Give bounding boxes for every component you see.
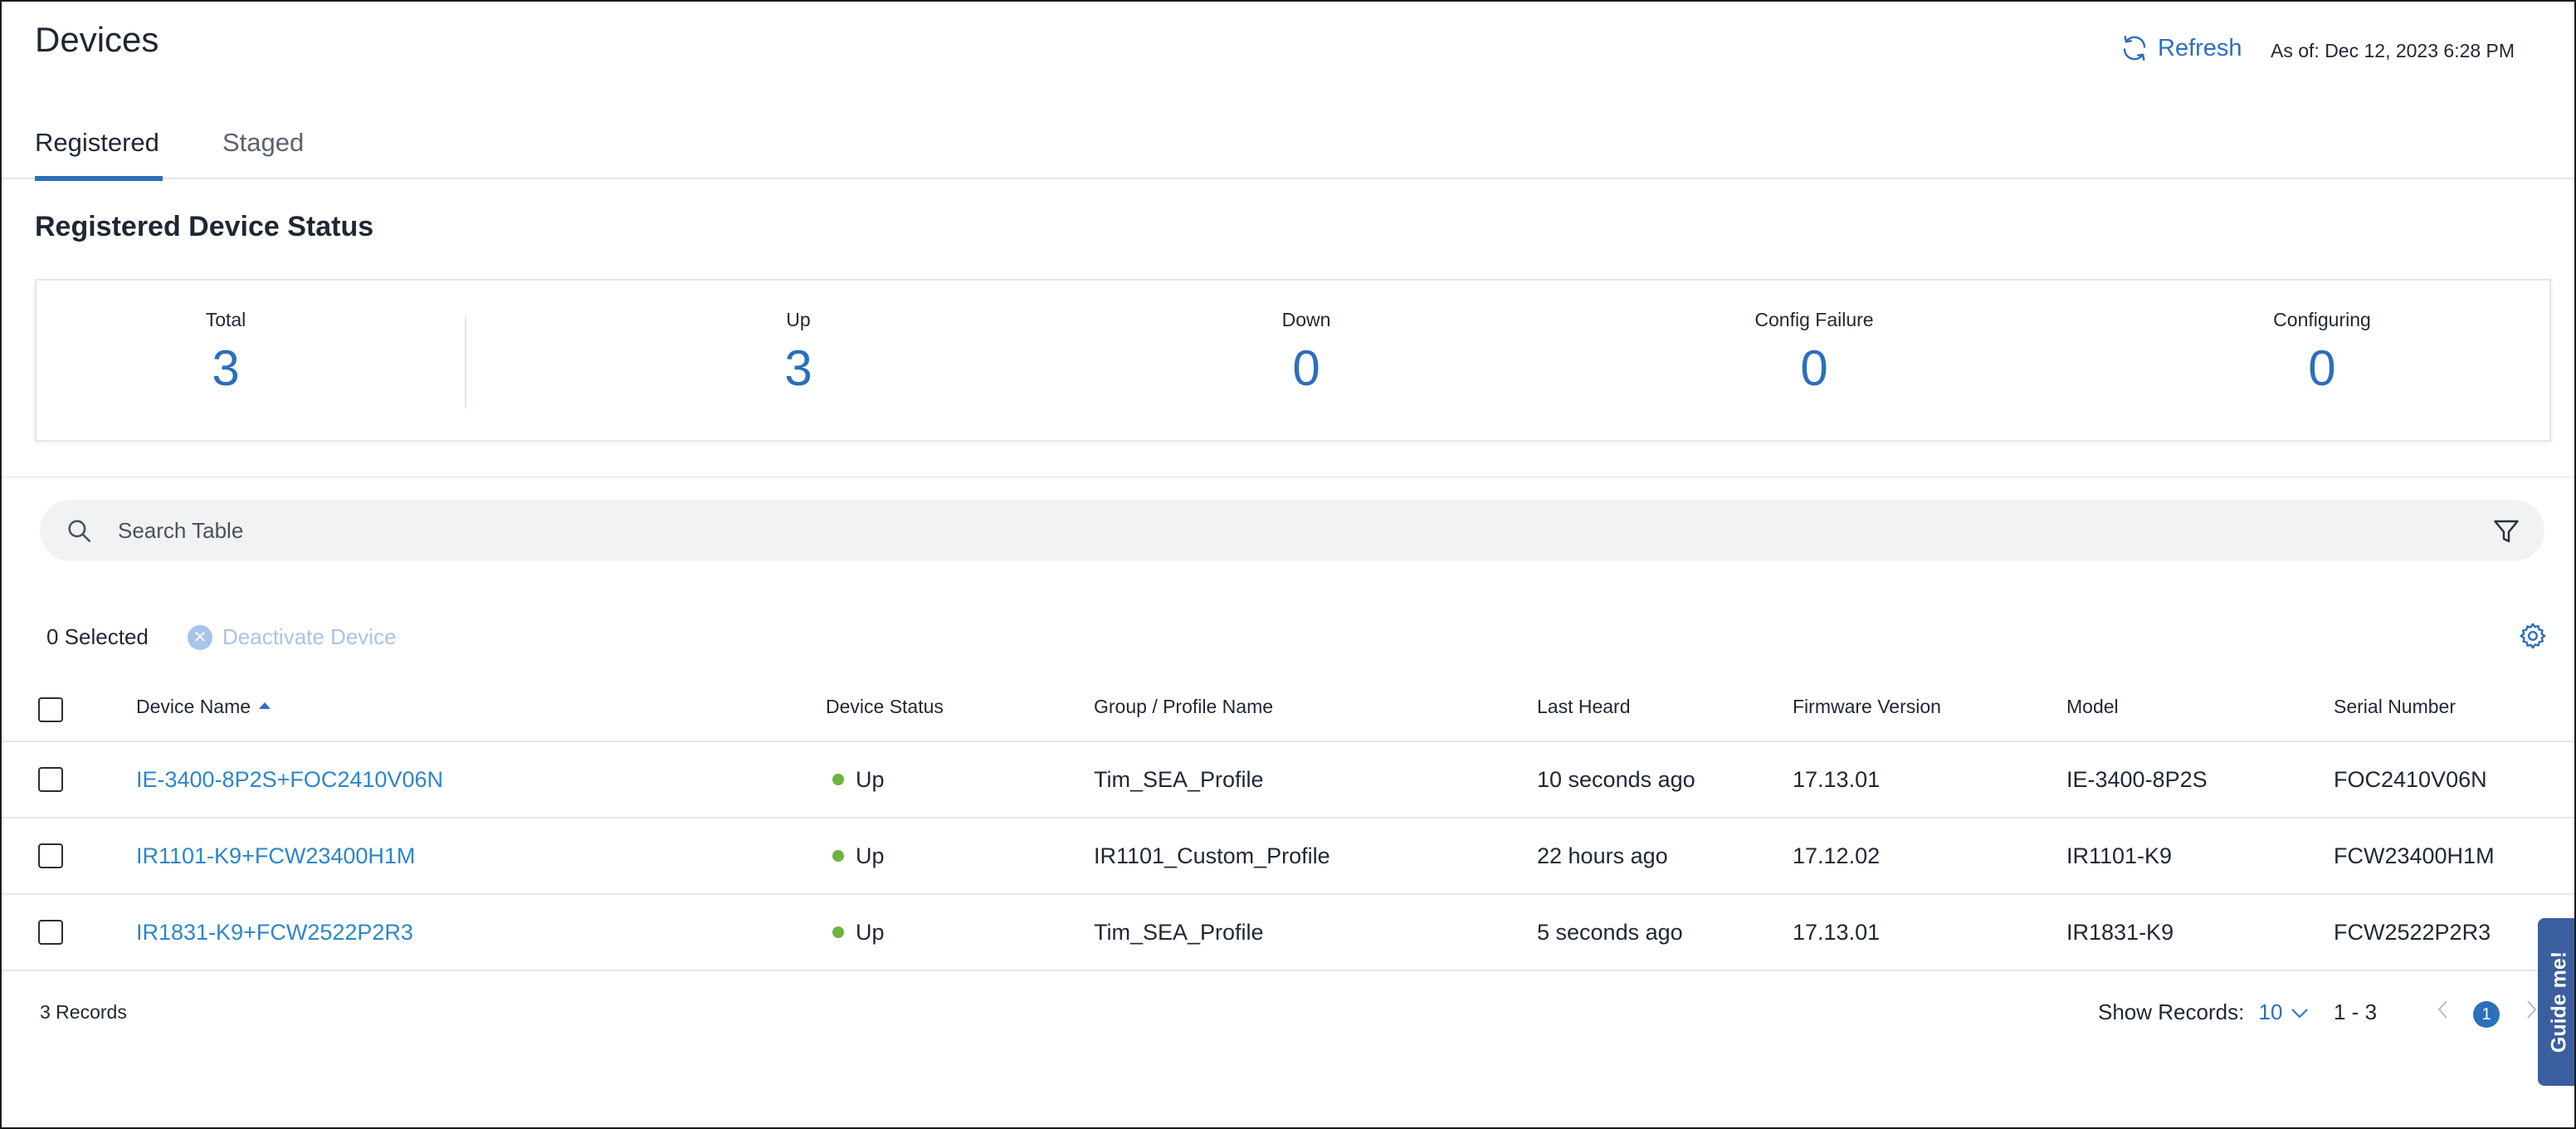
stat-label: Config Failure <box>1754 309 1874 330</box>
column-header-model[interactable]: Model <box>2066 696 2119 718</box>
firmware-version: 17.12.02 <box>1793 843 1881 868</box>
guide-me-label: Guide me! <box>2547 951 2571 1053</box>
status-text: Up <box>856 843 885 868</box>
page-title: Devices <box>35 20 159 59</box>
refresh-label: Refresh <box>2158 34 2242 61</box>
stat-label: Configuring <box>2273 309 2371 330</box>
device-name-link[interactable]: IR1101-K9+FCW23400H1M <box>136 843 415 869</box>
chevron-left-icon[interactable] <box>2433 996 2453 1023</box>
search-input[interactable] <box>118 500 2442 561</box>
guide-me-button[interactable]: Guide me! <box>2538 918 2574 1086</box>
model: IR1831-K9 <box>2066 920 2174 945</box>
device-status: Up <box>832 843 885 869</box>
table-row: IR1101-K9+FCW23400H1M Up IR1101_Custom_P… <box>2 819 2574 895</box>
stat-divider <box>465 317 466 408</box>
stat-label: Total <box>205 309 246 330</box>
serial-number: FCW23400H1M <box>2334 843 2495 868</box>
records-count: 3 Records <box>40 1001 127 1023</box>
page-range: 1 - 3 <box>2334 999 2378 1024</box>
stat-label: Up <box>786 309 811 330</box>
page-frame: Devices Refresh As of: Dec 12, 2023 6:28… <box>0 0 2576 1129</box>
column-header-last-heard[interactable]: Last Heard <box>1537 696 1631 718</box>
device-name-link[interactable]: IE-3400-8P2S+FOC2410V06N <box>136 767 443 793</box>
last-heard: 5 seconds ago <box>1537 920 1683 945</box>
sort-ascending-icon <box>259 701 271 709</box>
stat-configuring: Configuring 0 <box>2273 309 2371 397</box>
stat-config-failure: Config Failure 0 <box>1754 309 1873 397</box>
section-title: Registered Device Status <box>35 211 374 242</box>
page-number-current[interactable]: 1 <box>2473 1001 2500 1028</box>
stat-value[interactable]: 0 <box>2273 340 2371 397</box>
search-icon <box>68 520 91 543</box>
group-profile: Tim_SEA_Profile <box>1094 920 1264 945</box>
deactivate-device-button[interactable]: ✕ Deactivate Device <box>188 624 397 650</box>
last-heard: 22 hours ago <box>1537 843 1668 868</box>
stat-up: Up 3 <box>784 309 812 397</box>
tab-staged[interactable]: Staged <box>222 128 304 179</box>
stat-down: Down 0 <box>1282 309 1331 397</box>
select-all-checkbox[interactable] <box>38 697 63 722</box>
chevron-down-icon <box>2291 1009 2309 1019</box>
firmware-version: 17.13.01 <box>1793 767 1881 792</box>
status-up-dot <box>832 773 844 785</box>
serial-number: FOC2410V06N <box>2334 767 2487 792</box>
column-header-group-profile[interactable]: Group / Profile Name <box>1094 696 1273 718</box>
serial-number: FCW2522P2R3 <box>2334 920 2491 945</box>
status-up-dot <box>832 849 844 862</box>
row-checkbox[interactable] <box>38 843 63 868</box>
stat-value[interactable]: 0 <box>1754 340 1873 397</box>
stat-label: Down <box>1281 309 1331 330</box>
gear-icon[interactable] <box>2518 621 2548 651</box>
group-profile: Tim_SEA_Profile <box>1094 767 1264 792</box>
column-header-device-name[interactable]: Device Name <box>136 696 271 718</box>
status-summary-card: Total 3 Up 3 Down 0 Config Failure 0 Con… <box>35 279 2551 442</box>
show-records-value: 10 <box>2258 999 2283 1024</box>
last-heard: 10 seconds ago <box>1537 767 1695 792</box>
as-of-timestamp: As of: Dec 12, 2023 6:28 PM <box>2271 40 2515 61</box>
device-status: Up <box>832 767 885 793</box>
model: IR1101-K9 <box>2066 843 2173 868</box>
show-records-select[interactable]: 10 <box>2259 999 2310 1024</box>
divider <box>2 477 2574 478</box>
stat-total: Total 3 <box>206 309 246 397</box>
show-records: Show Records: 10 <box>2098 999 2309 1025</box>
refresh-button[interactable]: Refresh <box>2120 33 2242 63</box>
row-checkbox[interactable] <box>38 920 63 945</box>
column-header-device-status[interactable]: Device Status <box>826 696 944 718</box>
search-bar <box>40 500 2544 561</box>
column-header-serial[interactable]: Serial Number <box>2334 696 2456 718</box>
filter-icon[interactable] <box>2491 516 2521 546</box>
group-profile: IR1101_Custom_Profile <box>1094 843 1330 868</box>
tab-bar: Registered Staged <box>2 118 2574 181</box>
column-header-firmware[interactable]: Firmware Version <box>1793 696 1941 718</box>
column-label: Device Name <box>136 696 251 717</box>
row-checkbox[interactable] <box>38 767 63 792</box>
refresh-icon <box>2123 35 2146 61</box>
status-up-dot <box>832 926 844 938</box>
show-records-label: Show Records: <box>2098 999 2245 1024</box>
table-row: IR1831-K9+FCW2522P2R3 Up Tim_SEA_Profile… <box>2 895 2574 971</box>
device-status: Up <box>832 920 885 946</box>
table-row: IE-3400-8P2S+FOC2410V06N Up Tim_SEA_Prof… <box>2 742 2574 819</box>
status-text: Up <box>856 920 885 945</box>
stat-value[interactable]: 0 <box>1282 340 1331 397</box>
stat-value[interactable]: 3 <box>206 340 246 397</box>
selected-count: 0 Selected <box>46 624 149 649</box>
device-name-link[interactable]: IR1831-K9+FCW2522P2R3 <box>136 920 413 946</box>
model: IE-3400-8P2S <box>2066 767 2208 792</box>
tab-registered[interactable]: Registered <box>35 128 163 181</box>
stat-value[interactable]: 3 <box>784 340 812 397</box>
table-header: Device Name Device Status Group / Profil… <box>2 676 2574 742</box>
firmware-version: 17.13.01 <box>1793 920 1881 945</box>
x-circle-icon: ✕ <box>188 624 212 650</box>
deactivate-label: Deactivate Device <box>222 624 397 649</box>
status-text: Up <box>856 767 885 792</box>
